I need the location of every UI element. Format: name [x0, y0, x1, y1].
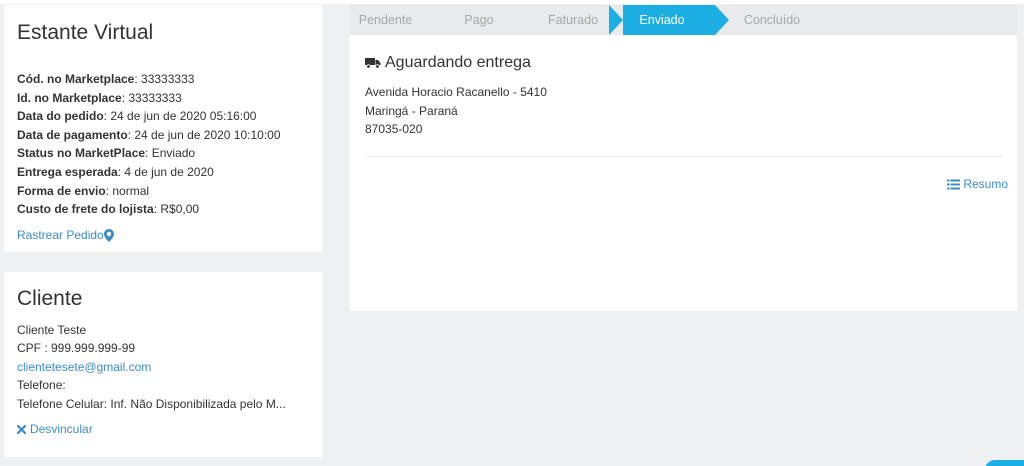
- info-label: Id. no Marketplace: [17, 90, 122, 105]
- info-value: 33333333: [128, 90, 182, 105]
- step-pendente[interactable]: Pendente: [350, 5, 421, 35]
- step-enviado[interactable]: Enviado: [609, 5, 729, 35]
- client-name: Cliente Teste: [17, 323, 87, 337]
- delivery-status-label: Aguardando entrega: [385, 54, 531, 71]
- info-row-payment-date: Data de pagamento: 24 de jun de 2020 10:…: [17, 127, 281, 142]
- info-value: 24 de jun de 2020 05:16:00: [110, 109, 257, 124]
- info-value: normal: [112, 183, 150, 198]
- info-value: 4 de jun de 2020: [124, 164, 214, 179]
- client-card: Cliente Cliente Teste CPF : 999.999.999-…: [4, 272, 322, 457]
- delivery-card: Aguardando entrega Avenida Horacio Racan…: [350, 35, 1017, 311]
- unlink-button[interactable]: Desvincular: [17, 421, 93, 437]
- info-value: Enviado: [151, 146, 196, 161]
- info-value: R$0,00: [160, 202, 200, 217]
- client-info-list: Cliente Teste CPF : 999.999.999-99 clien…: [17, 321, 315, 413]
- info-label: Entrega esperada: [17, 164, 118, 179]
- client-mobile: Telefone Celular: Inf. Não Disponibiliza…: [17, 396, 286, 411]
- info-label: Custo de frete do lojista: [17, 202, 154, 217]
- info-label: Status no MarketPlace: [17, 146, 146, 161]
- order-info-list: Cód. no Marketplace: 33333333 Id. no Mar…: [17, 70, 317, 219]
- map-marker-icon: [103, 228, 114, 242]
- client-title: Cliente: [17, 287, 83, 310]
- info-row-shipping-cost: Custo de frete do lojista: R$0,00: [17, 202, 200, 217]
- summary-link[interactable]: Resumo: [947, 176, 1008, 192]
- order-status-steps: Pendente Pago Faturado Enviado Concluído: [350, 5, 1017, 35]
- list-icon: [947, 179, 961, 190]
- track-order-link[interactable]: Rastrear Pedido: [17, 227, 114, 243]
- floating-action-button[interactable]: [985, 460, 1024, 466]
- track-order-label: Rastrear Pedido: [17, 228, 104, 242]
- step-concluido[interactable]: Concluído: [715, 5, 829, 35]
- info-row-marketplace-status: Status no MarketPlace: Enviado: [17, 146, 196, 161]
- info-label: Data de pagamento: [17, 127, 128, 142]
- info-row-shipping-method: Forma de envio: normal: [17, 183, 150, 198]
- info-row-marketplace-code: Cód. no Marketplace: 33333333: [17, 72, 195, 86]
- info-value: 24 de jun de 2020 10:10:00: [134, 127, 281, 142]
- unlink-label: Desvincular: [30, 422, 93, 436]
- client-cpf: CPF : 999.999.999-99: [17, 341, 136, 356]
- info-row-order-date: Data do pedido: 24 de jun de 2020 05:16:…: [17, 109, 257, 124]
- address-street: Avenida Horacio Racanello - 5410: [365, 85, 547, 99]
- divider: [365, 156, 1002, 157]
- info-row-expected-delivery: Entrega esperada: 4 de jun de 2020: [17, 164, 214, 179]
- info-label: Forma de envio: [17, 183, 106, 198]
- delivery-status-title: Aguardando entrega: [365, 54, 531, 72]
- info-label: Data do pedido: [17, 109, 104, 124]
- delivery-address: Avenida Horacio Racanello - 5410 Maringá…: [365, 83, 547, 139]
- top-border: [0, 0, 1024, 4]
- address-zip: 87035-020: [365, 122, 423, 136]
- x-icon: [17, 424, 26, 434]
- step-pago[interactable]: Pago: [421, 5, 537, 35]
- address-city: Maringá - Paraná: [365, 103, 458, 118]
- store-info-card: Estante Virtual Cód. no Marketplace: 333…: [4, 5, 322, 252]
- info-row-marketplace-id: Id. no Marketplace: 33333333: [17, 90, 182, 105]
- info-label: Cód. no Marketplace: [17, 72, 135, 86]
- summary-label: Resumo: [963, 177, 1008, 191]
- truck-icon: [365, 57, 381, 69]
- store-title: Estante Virtual: [17, 21, 154, 44]
- step-faturado[interactable]: Faturado: [537, 5, 609, 35]
- client-email-link[interactable]: clientetesete@gmail.com: [17, 360, 151, 374]
- client-phone: Telefone:: [17, 378, 66, 393]
- info-value: 33333333: [141, 72, 195, 86]
